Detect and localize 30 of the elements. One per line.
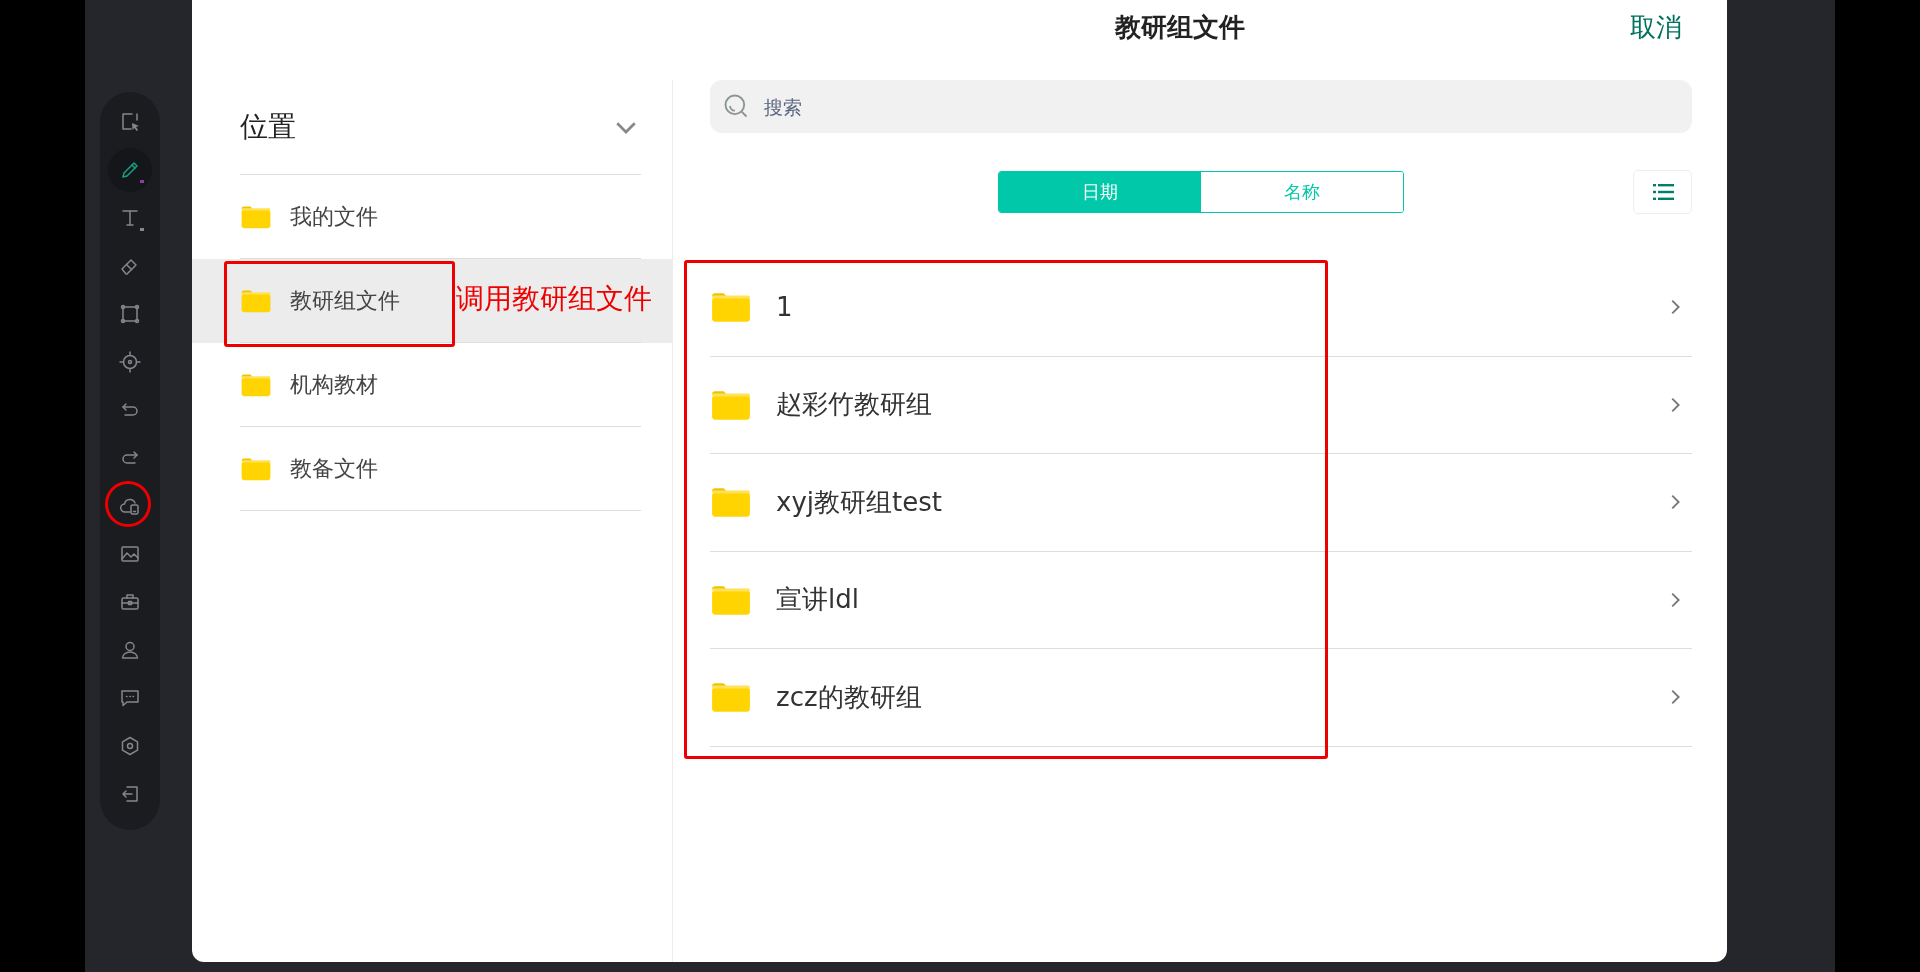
search-field[interactable]: 搜索 [710,80,1692,133]
folder-icon [710,290,752,325]
folder-name: 赵彩竹教研组 [776,388,933,422]
sidebar-item-label: 我的文件 [290,202,378,231]
folder-icon [710,485,752,520]
rectangle-icon [118,302,142,326]
folder-icon [710,680,752,715]
folder-row[interactable]: 赵彩竹教研组 [710,356,1692,454]
dialog-title: 教研组文件 [1114,11,1245,44]
list-view-button[interactable] [1633,170,1692,214]
sidebar-item-label: 机构教材 [290,370,378,399]
sidebar-item[interactable]: 机构教材 [192,343,672,427]
folder-name: 宣讲ldl [776,583,860,617]
folder-name: 1 [776,292,794,323]
annotation-text: 调用教研组文件 [456,281,652,317]
folder-name: xyj教研组test [776,485,943,519]
folder-name: zcz的教研组 [776,680,923,714]
sidebar-item-label: 教研组文件 [290,286,400,315]
sidebar-item-label: 教备文件 [290,454,378,483]
cancel-button[interactable]: 取消 [1630,10,1682,45]
folder-row[interactable]: xyj教研组test [710,454,1692,552]
highlight-circle [105,481,151,527]
search-icon [722,92,750,120]
pen-tool[interactable] [108,148,152,192]
folder-row[interactable]: zcz的教研组 [710,649,1692,747]
folder-row[interactable]: 1 [710,259,1692,357]
folder-row[interactable]: 宣讲ldl [710,551,1692,649]
sidebar-item[interactable]: 教备文件 [192,427,672,511]
crosshair-icon [118,350,142,374]
sidebar-heading: 位置 [240,109,296,145]
